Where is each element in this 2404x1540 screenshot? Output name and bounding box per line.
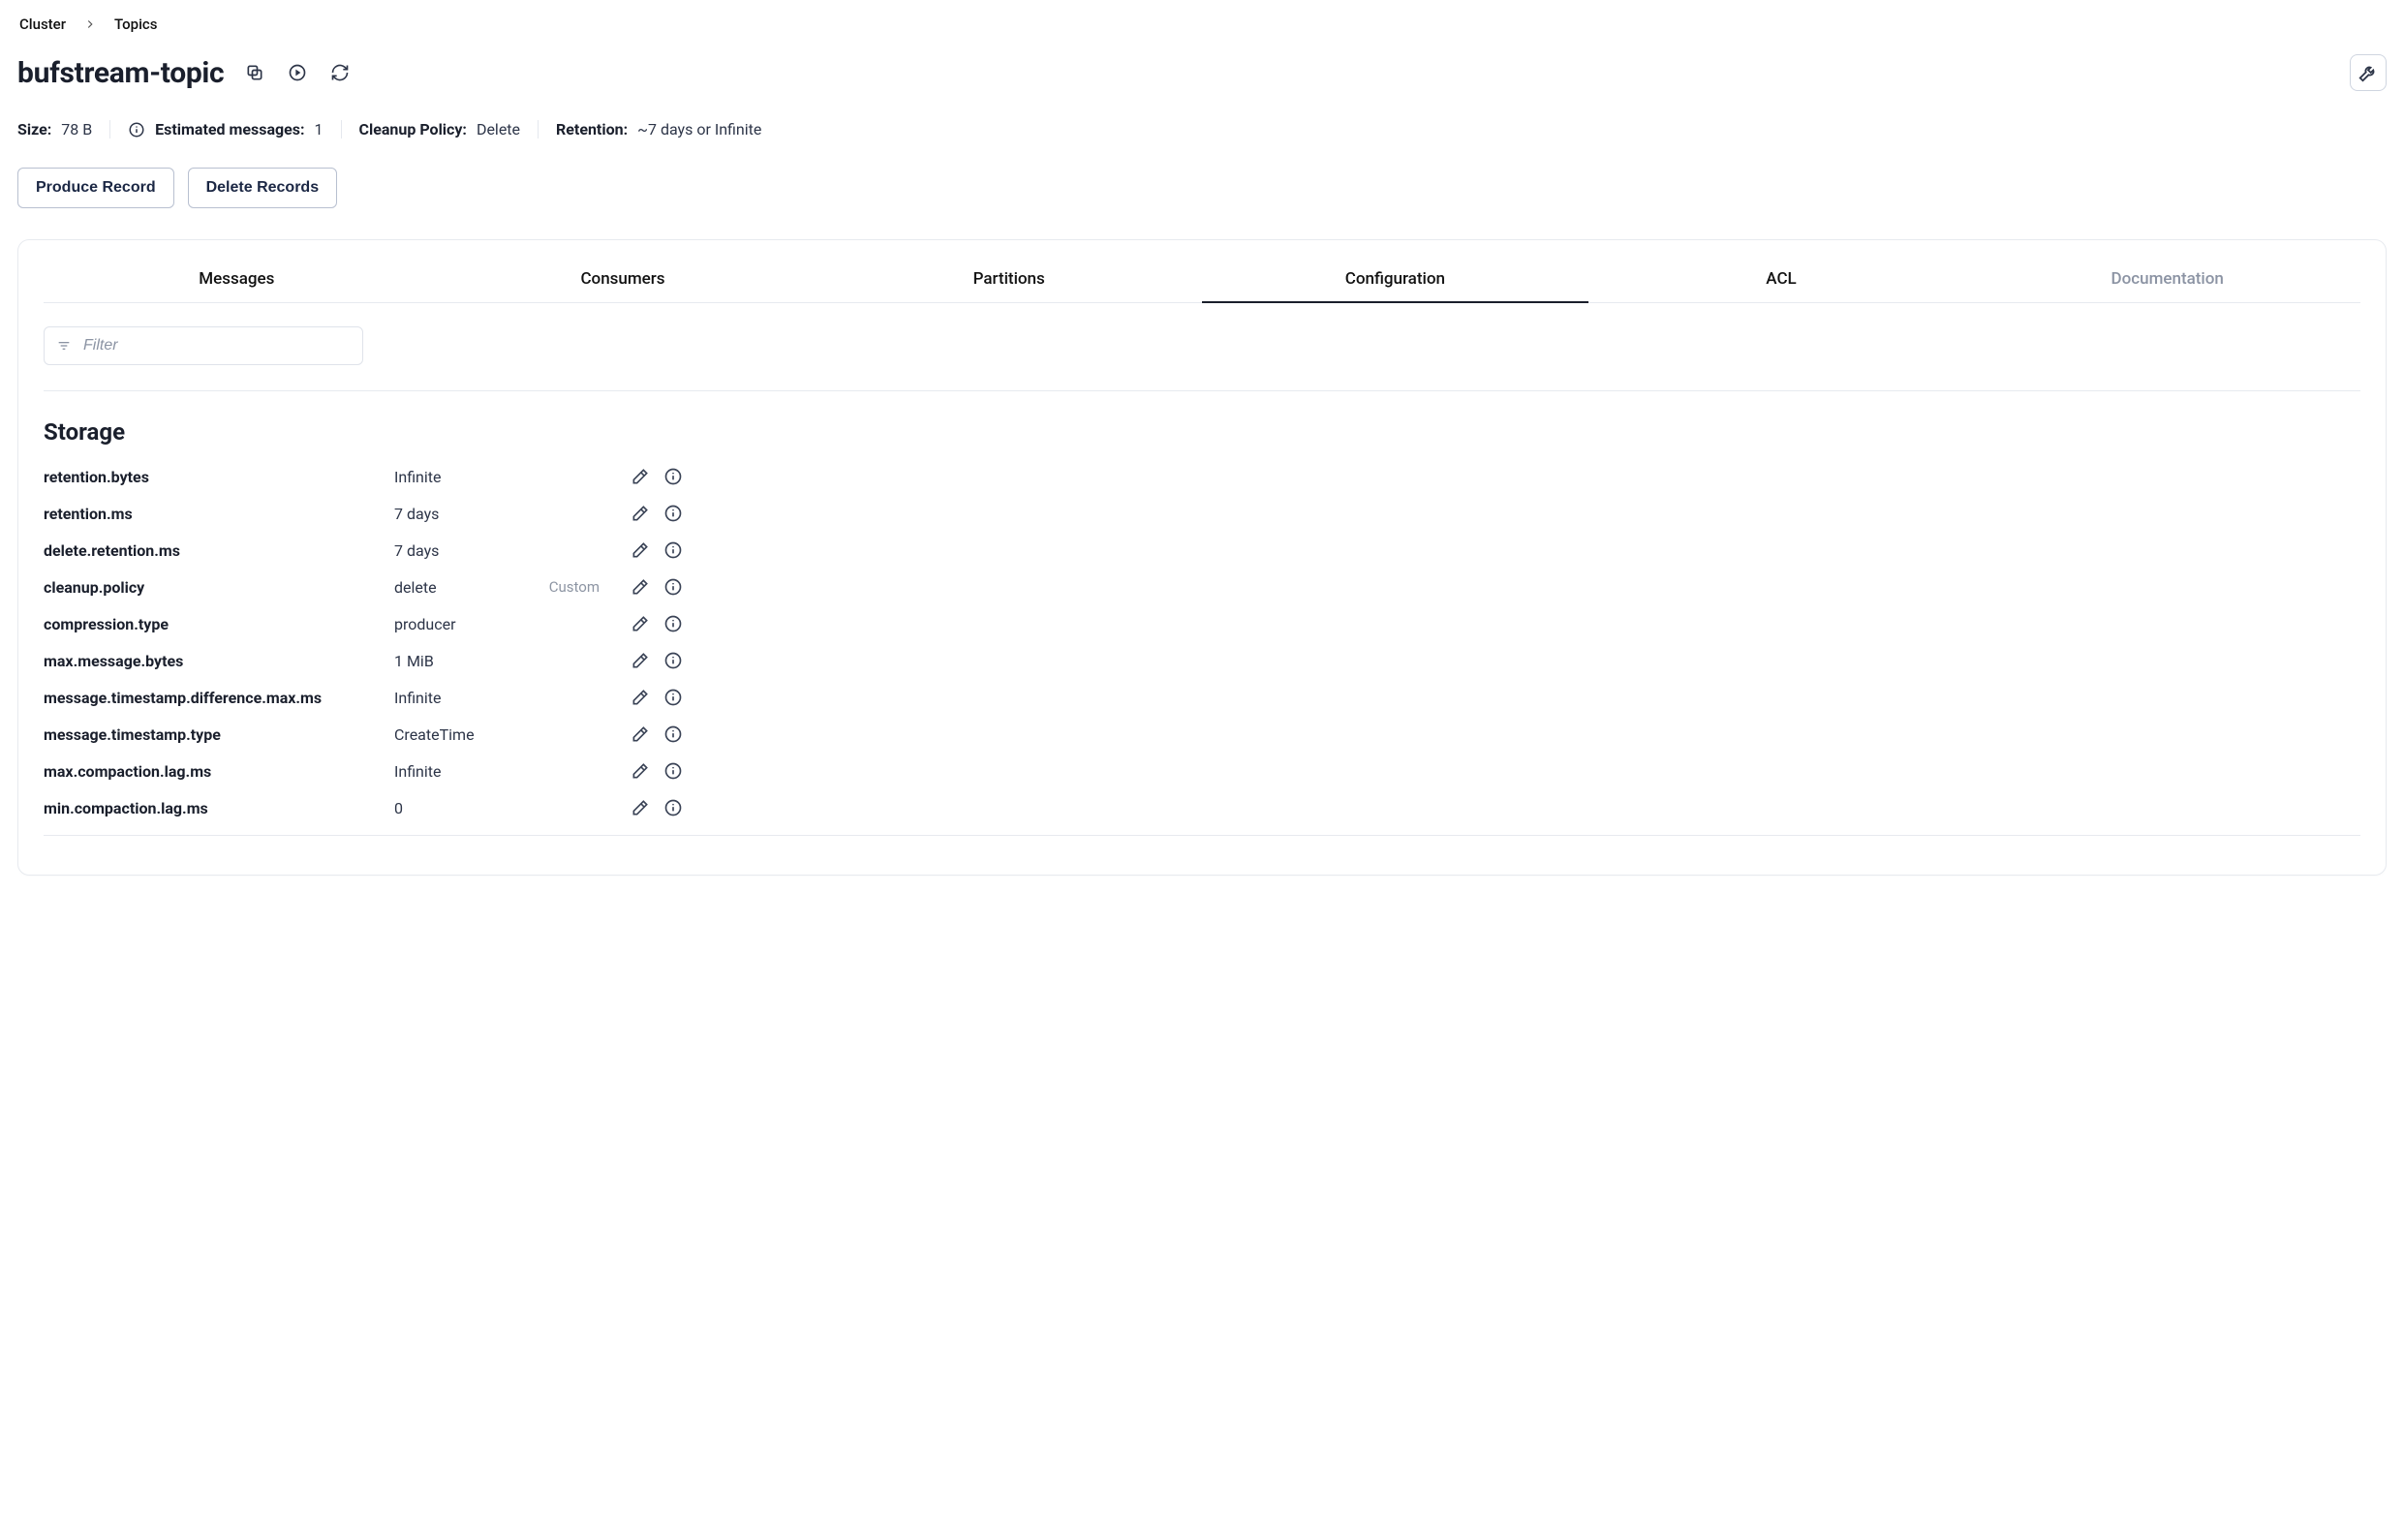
topic-panel: Messages Consumers Partitions Configurat… <box>17 239 2387 876</box>
stat-est-value: 1 <box>315 120 324 139</box>
edit-icon[interactable] <box>631 467 650 486</box>
stat-size-label: Size: <box>17 120 51 139</box>
stat-cleanup-label: Cleanup Policy: <box>359 120 467 139</box>
config-key: compression.type <box>44 615 383 633</box>
config-value: 1 MiB <box>394 652 510 670</box>
copy-icon[interactable] <box>243 61 266 84</box>
breadcrumb-topics[interactable]: Topics <box>114 15 157 33</box>
info-icon[interactable] <box>663 688 683 707</box>
info-icon[interactable] <box>128 121 145 139</box>
config-row: cleanup.policy delete Custom <box>44 577 683 597</box>
edit-icon[interactable] <box>631 761 650 781</box>
edit-icon[interactable] <box>631 540 650 560</box>
breadcrumb-cluster[interactable]: Cluster <box>19 15 66 33</box>
tab-configuration[interactable]: Configuration <box>1202 258 1588 302</box>
info-icon[interactable] <box>663 651 683 670</box>
config-row: compression.type producer <box>44 614 683 633</box>
config-value: delete <box>394 578 510 597</box>
info-icon[interactable] <box>663 798 683 817</box>
chevron-right-icon <box>83 17 97 31</box>
filter-input-wrapper[interactable] <box>44 326 363 365</box>
edit-icon[interactable] <box>631 724 650 744</box>
config-list: retention.bytes Infinite retention.ms 7 day… <box>44 467 683 817</box>
edit-icon[interactable] <box>631 577 650 597</box>
info-icon[interactable] <box>663 467 683 486</box>
topic-stats: Size: 78 B Estimated messages: 1 Cleanup… <box>17 120 2387 168</box>
config-key: min.compaction.lag.ms <box>44 799 383 817</box>
play-icon[interactable] <box>286 61 309 84</box>
config-value: Infinite <box>394 762 510 781</box>
info-icon[interactable] <box>663 724 683 744</box>
config-row: delete.retention.ms 7 days <box>44 540 683 560</box>
config-row: max.message.bytes 1 MiB <box>44 651 683 670</box>
config-key: delete.retention.ms <box>44 541 383 560</box>
stat-retention-label: Retention: <box>556 120 628 139</box>
config-row: message.timestamp.difference.max.ms Infin… <box>44 688 683 707</box>
tab-messages[interactable]: Messages <box>44 258 430 302</box>
config-value: Infinite <box>394 689 510 707</box>
config-key: retention.ms <box>44 505 383 523</box>
config-value: Infinite <box>394 468 510 486</box>
edit-icon[interactable] <box>631 504 650 523</box>
config-value: 7 days <box>394 505 510 523</box>
tab-partitions[interactable]: Partitions <box>816 258 1202 302</box>
edit-icon[interactable] <box>631 614 650 633</box>
config-key: message.timestamp.type <box>44 725 383 744</box>
info-icon[interactable] <box>663 614 683 633</box>
section-title-storage: Storage <box>44 418 2360 446</box>
config-value: CreateTime <box>394 725 510 744</box>
divider <box>44 835 2360 836</box>
stat-est-label: Estimated messages: <box>155 120 304 139</box>
config-key: message.timestamp.difference.max.ms <box>44 689 383 707</box>
produce-record-button[interactable]: Produce Record <box>17 168 174 208</box>
edit-icon[interactable] <box>631 798 650 817</box>
filter-icon <box>56 338 72 354</box>
config-value: 7 days <box>394 541 510 560</box>
config-value: producer <box>394 615 510 633</box>
config-row: min.compaction.lag.ms 0 <box>44 798 683 817</box>
stat-retention-value: ~7 days or Infinite <box>637 120 761 139</box>
tabs: Messages Consumers Partitions Configurat… <box>44 258 2360 303</box>
config-row: max.compaction.lag.ms Infinite <box>44 761 683 781</box>
filter-input[interactable] <box>81 336 351 355</box>
tab-consumers[interactable]: Consumers <box>430 258 817 302</box>
edit-icon[interactable] <box>631 651 650 670</box>
tab-documentation[interactable]: Documentation <box>1974 258 2360 302</box>
stat-size-value: 78 B <box>61 120 92 139</box>
tab-acl[interactable]: ACL <box>1588 258 1975 302</box>
config-key: retention.bytes <box>44 468 383 486</box>
refresh-icon[interactable] <box>328 61 352 84</box>
config-value: 0 <box>394 799 510 817</box>
info-icon[interactable] <box>663 540 683 560</box>
info-icon[interactable] <box>663 761 683 781</box>
config-row: retention.bytes Infinite <box>44 467 683 486</box>
wrench-icon[interactable] <box>2350 54 2387 91</box>
info-icon[interactable] <box>663 577 683 597</box>
delete-records-button[interactable]: Delete Records <box>188 168 338 208</box>
page-title: bufstream-topic <box>17 56 224 90</box>
divider <box>44 390 2360 391</box>
stat-cleanup-value: Delete <box>477 120 520 139</box>
info-icon[interactable] <box>663 504 683 523</box>
config-key: max.compaction.lag.ms <box>44 762 383 781</box>
config-row: retention.ms 7 days <box>44 504 683 523</box>
config-badge: Custom <box>522 578 600 596</box>
config-row: message.timestamp.type CreateTime <box>44 724 683 744</box>
edit-icon[interactable] <box>631 688 650 707</box>
config-key: max.message.bytes <box>44 652 383 670</box>
breadcrumb: Cluster Topics <box>17 14 2387 50</box>
config-key: cleanup.policy <box>44 578 383 597</box>
